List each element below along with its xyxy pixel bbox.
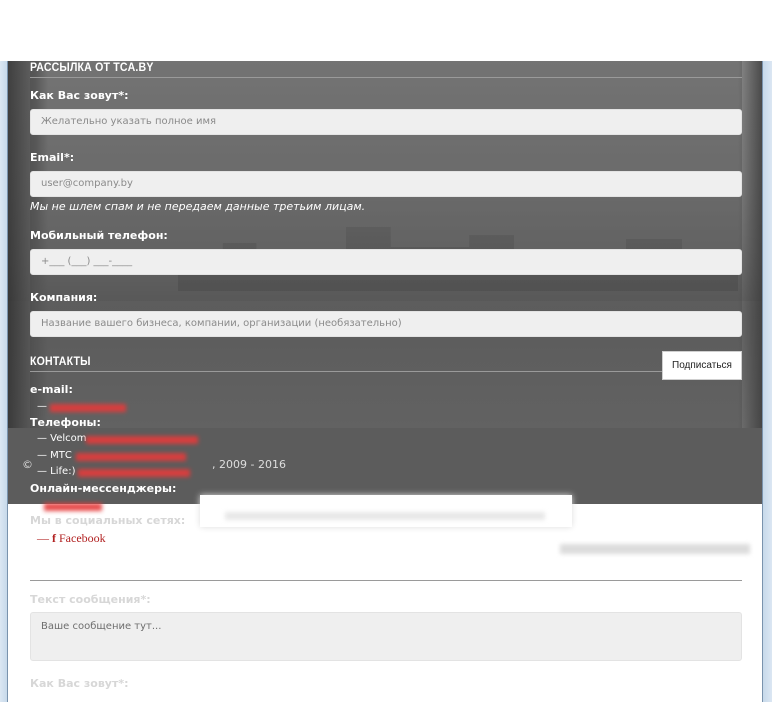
window-top-area: [0, 0, 772, 61]
redacted-email: [50, 404, 126, 412]
developer-credit: [560, 544, 750, 554]
subscribe-button[interactable]: Подписаться: [662, 351, 742, 380]
message-form-divider: [30, 580, 742, 581]
phone-input[interactable]: +___ (___) ___-____: [30, 249, 742, 275]
phones-label: Телефоны:: [30, 416, 101, 429]
phone-velcom-label: — Velcom: [37, 433, 87, 444]
contacts-email-label: e-mail:: [30, 383, 73, 396]
footer-notice-text: [225, 512, 545, 520]
copyright-symbol: ©: [22, 458, 33, 471]
footer-copyright: © , 2009 - 2016: [22, 458, 286, 471]
name-input[interactable]: Желательно указать полное имя: [30, 109, 742, 135]
window-left-border: [0, 61, 8, 702]
facebook-dash: —: [37, 531, 49, 545]
spam-note: Мы не шлем спам и не передаем данные тре…: [30, 200, 366, 213]
name-label: Как Вас зовут*:: [30, 89, 129, 102]
copyright-years: , 2009 - 2016: [212, 458, 286, 471]
message-textarea[interactable]: Ваше сообщение тут...: [30, 612, 742, 661]
redacted-phone-velcom: [86, 436, 198, 444]
message-name-label: Как Вас зовут*:: [30, 677, 129, 690]
contacts-section-title: КОНТАКТЫ: [30, 354, 91, 368]
footer-notice-box: [200, 495, 572, 527]
window-right-border: [762, 61, 772, 702]
subscribe-section-title: РАССЫЛКА ОТ TCA.BY: [30, 60, 154, 74]
contacts-email-dash: —: [37, 401, 47, 412]
company-input[interactable]: Название вашего бизнеса, компании, орган…: [30, 311, 742, 337]
subscribe-title-divider: [30, 77, 742, 78]
phone-label: Мобильный телефон:: [30, 229, 168, 242]
social-label: Мы в социальных сетях:: [30, 514, 186, 527]
facebook-icon: f: [52, 531, 56, 545]
contacts-title-divider: [30, 371, 662, 372]
message-label: Текст сообщения*:: [30, 593, 151, 606]
email-label: Email*:: [30, 151, 75, 164]
email-input[interactable]: user@company.by: [30, 171, 742, 197]
facebook-label: Facebook: [59, 531, 106, 545]
messengers-label: Онлайн-мессенджеры:: [30, 482, 177, 495]
company-label: Компания:: [30, 291, 98, 304]
redacted-messengers: [44, 503, 102, 511]
facebook-link[interactable]: — f Facebook: [37, 531, 106, 546]
